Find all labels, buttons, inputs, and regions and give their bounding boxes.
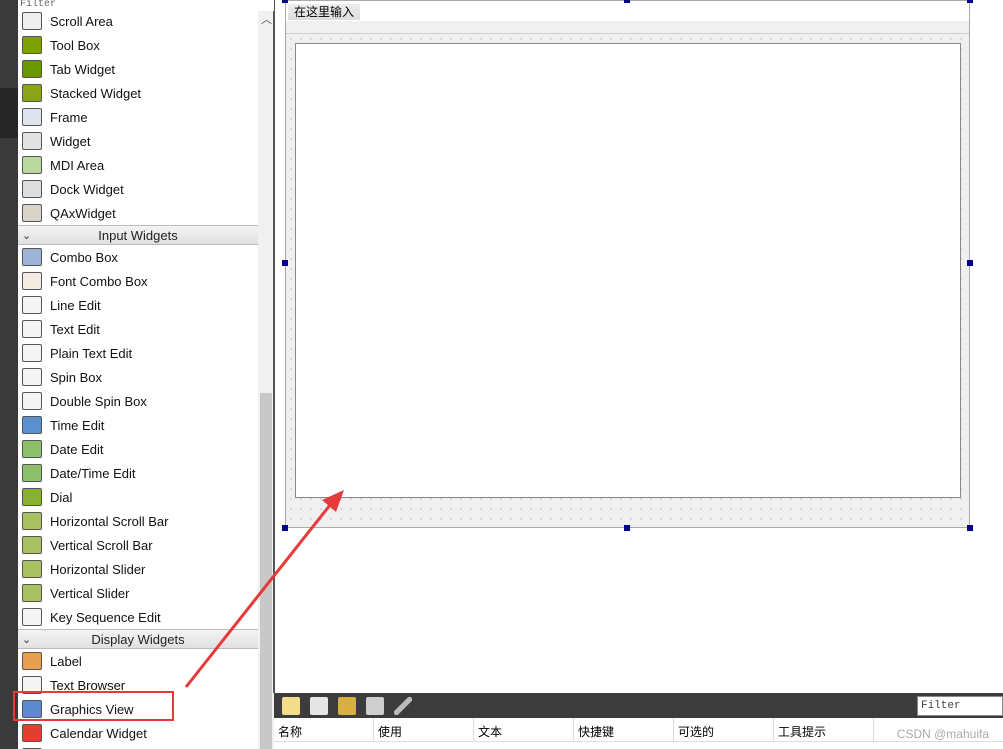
filter-label: Filter <box>20 0 57 10</box>
annotation-arrow <box>184 490 344 688</box>
widget-filter-input[interactable]: Filter <box>18 0 274 11</box>
arrow-shaft <box>184 499 336 688</box>
